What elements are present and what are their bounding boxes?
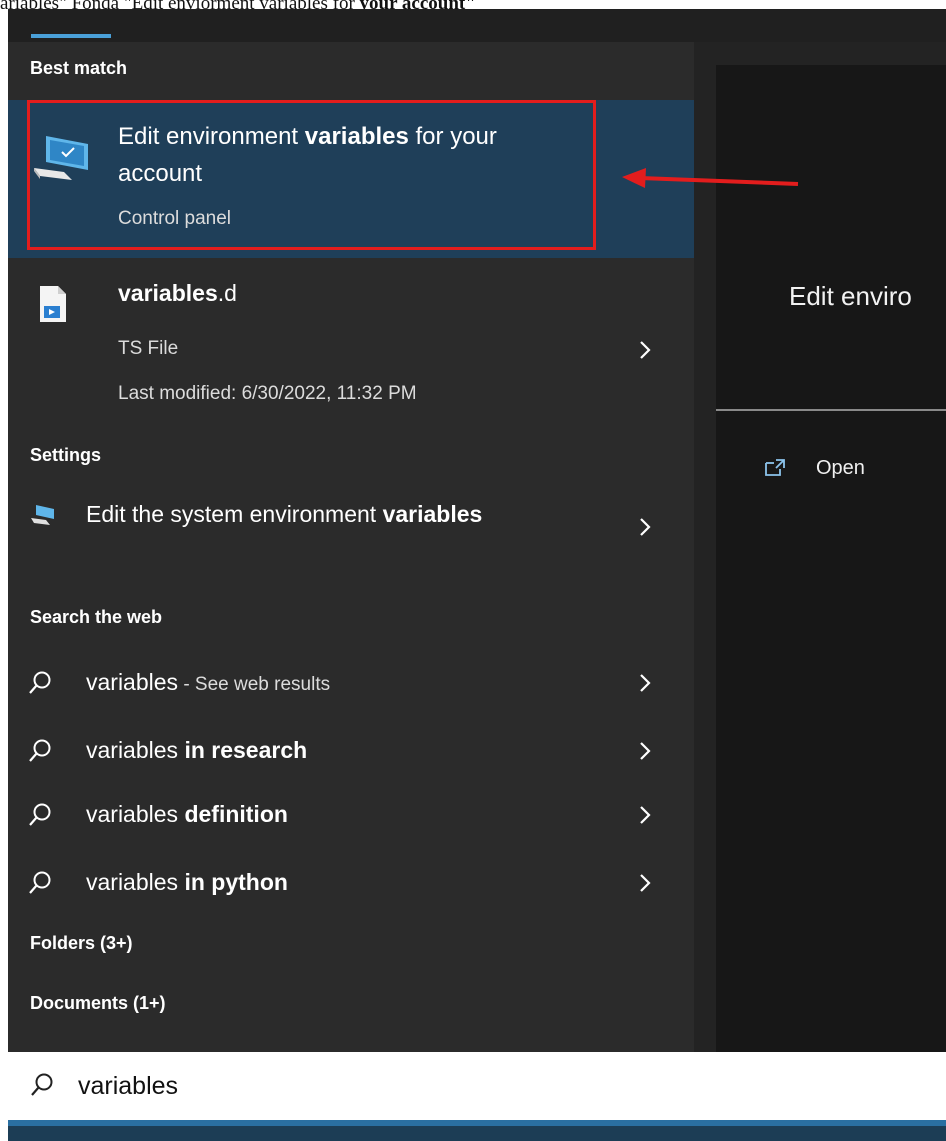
chevron-right-icon[interactable] xyxy=(638,803,652,827)
search-web-header: Search the web xyxy=(30,607,163,627)
open-window-icon xyxy=(765,459,785,476)
search-icon xyxy=(29,739,51,762)
system-settings-icon xyxy=(31,505,54,525)
setting-title: Edit the system environment variables xyxy=(86,495,546,533)
start-search-window: Best match Edit environment variables fo… xyxy=(8,9,946,1141)
documents-header[interactable]: Documents (1+) xyxy=(30,993,166,1014)
best-match-header: Best match xyxy=(30,58,128,78)
preview-divider xyxy=(716,409,946,411)
preview-pane: Edit enviro Open xyxy=(716,65,946,1052)
setting-title-bold: variables xyxy=(382,501,483,527)
file-title-rest: .d xyxy=(217,280,237,306)
active-tab-indicator xyxy=(31,34,111,38)
preview-title: Edit enviro xyxy=(789,281,912,311)
web-hint: - See web results xyxy=(178,674,331,695)
annotation-highlight-box xyxy=(27,100,596,250)
web-query-bold: in python xyxy=(184,869,288,895)
open-action[interactable]: Open xyxy=(764,455,865,481)
file-type: TS File xyxy=(118,338,179,359)
web-result-text: variables in research xyxy=(86,737,307,764)
open-label: Open xyxy=(816,456,865,479)
setting-title-text: Edit the system environment xyxy=(86,501,383,527)
settings-header: Settings xyxy=(30,445,102,465)
search-icon xyxy=(29,871,51,894)
web-query: variables xyxy=(86,669,179,695)
search-bar xyxy=(8,1052,946,1120)
web-result[interactable]: variables definition xyxy=(8,787,694,843)
taskbar xyxy=(8,1126,946,1141)
top-bar xyxy=(8,9,946,42)
web-result-text: variables - See web results xyxy=(86,669,330,696)
web-result-text: variables in python xyxy=(86,869,288,896)
web-query: variables xyxy=(86,737,185,763)
web-result[interactable]: variables in python xyxy=(8,855,694,911)
file-result[interactable]: variables.d TS File Last modified: 6/30/… xyxy=(8,258,694,408)
ts-file-icon xyxy=(40,286,66,322)
search-input[interactable] xyxy=(78,1066,898,1106)
web-result[interactable]: variables - See web results xyxy=(8,655,694,711)
web-query: variables xyxy=(86,801,185,827)
preview-panel: Edit enviro Open xyxy=(694,42,946,1052)
web-result[interactable]: variables in research xyxy=(8,723,694,779)
best-match-result[interactable]: Edit environment variables for your acco… xyxy=(8,100,694,258)
file-modified: Last modified: 6/30/2022, 11:32 PM xyxy=(118,383,417,404)
web-query-bold: in research xyxy=(184,737,308,763)
setting-result[interactable]: Edit the system environment variables xyxy=(8,489,694,579)
search-icon xyxy=(29,671,51,694)
chevron-right-icon[interactable] xyxy=(638,338,652,362)
web-query-bold: definition xyxy=(184,801,288,827)
search-icon xyxy=(29,803,51,826)
file-title-bold: variables xyxy=(118,280,218,306)
chevron-right-icon[interactable] xyxy=(638,871,652,895)
web-result-text: variables definition xyxy=(86,801,288,828)
web-query: variables xyxy=(86,869,185,895)
folders-header[interactable]: Folders (3+) xyxy=(30,933,133,954)
file-result-title: variables.d xyxy=(118,280,237,307)
chevron-right-icon[interactable] xyxy=(638,671,652,695)
chevron-right-icon[interactable] xyxy=(638,515,652,539)
results-panel: Best match Edit environment variables fo… xyxy=(8,42,694,1052)
search-icon xyxy=(31,1073,53,1096)
chevron-right-icon[interactable] xyxy=(638,739,652,763)
